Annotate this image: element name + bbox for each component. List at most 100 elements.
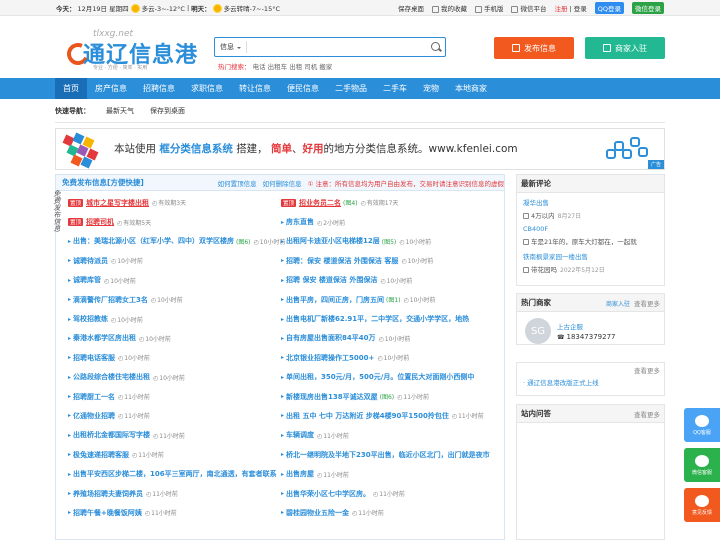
post-title-link[interactable]: 出租桥北金都国际写字楼 <box>73 430 150 440</box>
post-title-link[interactable]: 招聘电话客服 <box>73 353 115 363</box>
post-title-link[interactable]: 房东直售 <box>286 217 314 227</box>
nav-services[interactable]: 便民信息 <box>279 78 327 99</box>
post-title-link[interactable]: 招业务员二名 <box>299 198 341 208</box>
arrow-icon: ▸ <box>68 451 72 459</box>
post-title-link[interactable]: 诚聘库管 <box>73 275 101 285</box>
post-title-link[interactable]: 诚聘待派员 <box>73 256 108 266</box>
nav-local-business[interactable]: 本地商家 <box>447 78 495 99</box>
nav-transfer[interactable]: 转让信息 <box>231 78 279 99</box>
wechat-service-button[interactable]: 微信客服 <box>684 448 720 482</box>
post-title-link[interactable]: 招聘午餐+晚餐饭阿姨 <box>73 508 142 518</box>
post-title-link[interactable]: 招聘司机 <box>86 217 114 227</box>
wechat-link[interactable]: 微信平台 <box>511 3 546 13</box>
arrow-icon: ▸ <box>68 237 72 245</box>
post-title-link[interactable]: 自有房屋出售面积84平40万 <box>286 333 375 343</box>
faq-header: 站内问答 查看更多 <box>517 405 664 423</box>
post-title-link[interactable]: 养殖场招聘夫妻饲养员 <box>73 489 143 499</box>
faq-more-link[interactable]: 查看更多 <box>634 409 660 419</box>
qq-service-label: QQ客服 <box>693 429 711 436</box>
post-title-link[interactable]: 滴滴警传厂招聘女工3名 <box>73 295 148 305</box>
qq-login-button[interactable]: QQ登录 <box>594 2 624 14</box>
post-title-link[interactable]: 车辆调度 <box>286 430 314 440</box>
mobile-link[interactable]: 手机版 <box>474 3 504 13</box>
ad-banner[interactable]: 本站使用 框分类信息系统 搭建， 简单、好用的地方分类信息系统。www.kfen… <box>55 128 665 170</box>
qq-icon <box>695 414 709 427</box>
notice-more-link[interactable]: 查看更多 <box>634 365 660 375</box>
wechat-label: 微信平台 <box>520 5 547 13</box>
register-link[interactable]: 注册 <box>554 5 567 13</box>
search-icon[interactable] <box>427 39 445 55</box>
shop-name[interactable]: 上古企服 <box>557 321 583 331</box>
search-type-select[interactable]: 信息 <box>215 41 247 53</box>
wechat-login-button[interactable]: 微信登录 <box>632 2 664 14</box>
quick-nav-save-desktop[interactable]: 保存到桌面 <box>150 106 185 116</box>
post-title-link[interactable]: 出售平房，四间正房，门房五间 <box>286 295 384 305</box>
mail-icon <box>695 494 709 507</box>
post-title-link[interactable]: 北京银业招聘操作工5000+ <box>286 353 374 363</box>
how-to-delete-link[interactable]: 如何删除信息 <box>263 178 302 188</box>
arrow-icon: ▸ <box>281 276 285 284</box>
free-post-vertical-tag[interactable]: 免费发布信息 <box>50 190 62 250</box>
feedback-button[interactable]: 意见反馈 <box>684 488 720 522</box>
favorites-link[interactable]: 我的收藏 <box>431 3 467 13</box>
shops-more-link[interactable]: 查看更多 <box>634 300 660 308</box>
post-title-link[interactable]: 出售：美瑞北源小区（红军小学、四中）双学区楼房 <box>73 236 234 246</box>
site-logo[interactable]: tlxxg.net 通辽信息港 专业 · 方便 · 简单 · 实用 <box>63 29 203 75</box>
qq-service-button[interactable]: QQ客服 <box>684 408 720 442</box>
shops-join-link[interactable]: 商家入驻 <box>606 301 630 308</box>
post-title-link[interactable]: 碧桂园物业五险一金 <box>286 508 349 518</box>
quick-nav-weather[interactable]: 最新天气 <box>106 106 134 116</box>
post-title-link[interactable]: 出售房屋 <box>286 469 314 479</box>
post-title-link[interactable]: 桥北一继明院及半地下230平出售，临近小区北门，出门就是夜市 <box>286 450 490 460</box>
post-info-button[interactable]: 发布信息 <box>494 37 574 59</box>
post-title-link[interactable]: 出租 五中 七中 万达附近 步梯4楼90平1500拎包住 <box>286 411 449 421</box>
post-title-link[interactable]: 极兔速递招聘客服 <box>73 450 129 460</box>
banner-text: 本站使用 框分类信息系统 搭建， 简单、好用的地方分类信息系统。www.kfen… <box>114 141 518 156</box>
comment-title-link[interactable]: 凝华出售 <box>523 197 658 207</box>
post-title-link[interactable]: 招聘：保安 楼道保洁 外围保洁 客服 <box>286 256 398 266</box>
post-title-link[interactable]: 招聘 保安 楼道保洁 外围保洁 <box>286 275 377 285</box>
post-title-link[interactable]: 出售平安西区步梯二楼，106平三室两厅，南北通透，有套者联系 <box>73 469 277 479</box>
post-title-link[interactable]: 公路段综合楼住宅楼出租 <box>73 372 150 382</box>
post-title-link[interactable]: 单间出租，350元/月，500元/月。位置民大对面刚小西侧中 <box>286 372 474 382</box>
post-title-link[interactable]: 驾校招教练 <box>73 314 108 324</box>
nav-pets[interactable]: 宠物 <box>415 78 447 99</box>
top-bar: 今天： 12月19日 星期四 多云-3~-12°C | 明天： 多云转晴-7~-… <box>0 0 720 16</box>
post-title-link[interactable]: 出租阿卡迪亚小区电梯楼12层 <box>286 236 380 246</box>
how-to-pin-link[interactable]: 如何置顶信息 <box>218 178 257 188</box>
nav-home[interactable]: 首页 <box>55 78 87 99</box>
image-count: (图6) <box>379 394 395 402</box>
list-item: ▸养殖场招聘夫妻饲养员11小时前 <box>68 484 288 503</box>
post-title-link[interactable]: 新楼现房出售138平诚达双屋 <box>286 392 378 402</box>
tomorrow-weather: 多云转晴-7~-15°C <box>223 5 280 13</box>
post-title-link[interactable]: 城市之星写字楼出租 <box>86 198 149 208</box>
nav-housing[interactable]: 房产信息 <box>87 78 135 99</box>
list-item: ▸ 单间出租，350元/月，500元/月。位置民大对面刚小西侧中 <box>281 368 501 387</box>
post-title-link[interactable]: 招聘厨工一名 <box>73 392 115 402</box>
comment-title-link[interactable]: 铁南枫景家园一楼出售 <box>523 251 658 261</box>
login-link[interactable]: 登录 <box>574 5 587 13</box>
notice-item[interactable]: · 通辽信息港改版正式上线 <box>517 377 664 393</box>
post-time: 有效期5天 <box>117 218 151 227</box>
post-title-link[interactable]: 出售华荣小区七中学区房。 <box>286 489 370 499</box>
wechat-icon <box>695 454 709 467</box>
comment-title-link[interactable]: CB400F <box>523 225 658 233</box>
shop-card[interactable]: SG 上古企服 18347379277 <box>517 312 664 344</box>
list-item: ▸北京银业招聘操作工5000+10小时前 <box>281 348 501 367</box>
post-title-link[interactable]: 出售电机厂新楼62.91平，二中学区，交通小学学区，地热 <box>286 314 469 324</box>
post-title-link[interactable]: 亿通物业招聘 <box>73 411 115 421</box>
today-label: 今天： <box>56 5 76 13</box>
save-desktop-link[interactable]: 保存桌面 <box>398 3 424 13</box>
merchant-join-button[interactable]: 商家入驻 <box>585 37 665 59</box>
hot-search-terms[interactable]: 电话 出租车 出租 司机 搬家 <box>253 63 333 71</box>
post-title-link[interactable]: 秦港水都学区房出租 <box>73 333 136 343</box>
nav-used-cars[interactable]: 二手车 <box>375 78 415 99</box>
arrow-icon: ▸ <box>68 354 72 362</box>
search-input[interactable] <box>247 39 427 55</box>
nav-second-hand[interactable]: 二手物品 <box>327 78 375 99</box>
mobile-label: 手机版 <box>483 5 504 13</box>
banner-sep: 、 <box>292 143 303 155</box>
nav-recruitment[interactable]: 招聘信息 <box>135 78 183 99</box>
post-time: 10小时前 <box>401 256 434 265</box>
nav-job-seeking[interactable]: 求职信息 <box>183 78 231 99</box>
